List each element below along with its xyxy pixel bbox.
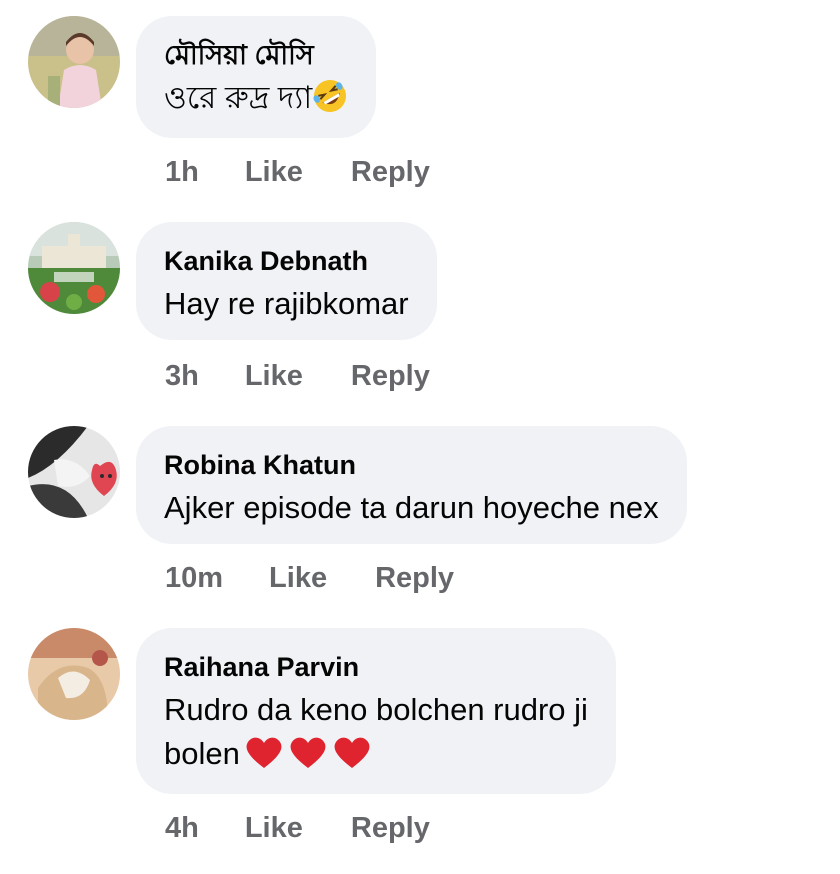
comment-timestamp[interactable]: 3h <box>165 360 199 393</box>
reply-button[interactable]: Reply <box>351 156 430 189</box>
comment-actions: 1h Like Reply <box>165 156 430 189</box>
reply-button[interactable]: Reply <box>351 812 430 845</box>
red-heart-icon <box>246 737 282 768</box>
comment-timestamp[interactable]: 1h <box>165 156 199 189</box>
comment-text-content: bolen <box>164 736 240 771</box>
like-button[interactable]: Like <box>245 812 303 845</box>
comment-text: Ajker episode ta darun hoyeche nex <box>164 490 659 525</box>
comment-bubble: মৌসিয়া মৌসি ওরে রুদ্র দ্যা <box>136 16 377 138</box>
comment-actions: 3h Like Reply <box>165 360 430 393</box>
avatar[interactable] <box>28 628 120 720</box>
avatar-image <box>28 628 120 720</box>
comment-timestamp[interactable]: 10m <box>165 562 223 595</box>
avatar[interactable] <box>28 16 120 108</box>
avatar-image <box>28 222 120 314</box>
comment-text: ওরে রুদ্র দ্যা <box>164 76 348 120</box>
red-heart-icon <box>334 737 370 768</box>
like-button[interactable]: Like <box>245 156 303 189</box>
comment-text-line: bolen <box>164 732 588 776</box>
comment-bubble: Robina Khatun Ajker episode ta darun hoy… <box>136 426 687 544</box>
reply-button[interactable]: Reply <box>375 562 454 595</box>
reply-button[interactable]: Reply <box>351 360 430 393</box>
rolling-on-floor-laughing-emoji-icon <box>313 80 347 112</box>
avatar-image <box>28 426 120 518</box>
comment-bubble: Raihana Parvin Rudro da keno bolchen rud… <box>136 628 616 794</box>
red-heart-icon <box>290 737 326 768</box>
comment-author[interactable]: Kanika Debnath <box>164 244 409 278</box>
avatar-image <box>28 16 120 108</box>
comment-actions: 4h Like Reply <box>165 812 430 845</box>
comment-timestamp[interactable]: 4h <box>165 812 199 845</box>
comment-text: Hay re rajibkomar <box>164 286 409 321</box>
like-button[interactable]: Like <box>269 562 327 595</box>
comment-actions: 10m Like Reply <box>165 562 454 595</box>
like-button[interactable]: Like <box>245 360 303 393</box>
avatar[interactable] <box>28 222 120 314</box>
comment-author[interactable]: Robina Khatun <box>164 448 659 482</box>
comment-text: Rudro da keno bolchen rudro ji bolen <box>164 688 588 776</box>
comment-text-line: Rudro da keno bolchen rudro ji <box>164 692 588 727</box>
avatar[interactable] <box>28 426 120 518</box>
comment-author[interactable]: মৌসিয়া মৌসি <box>164 38 348 72</box>
comment-bubble: Kanika Debnath Hay re rajibkomar <box>136 222 437 340</box>
comment-author[interactable]: Raihana Parvin <box>164 650 588 684</box>
comment-text-content: ওরে রুদ্র দ্যা <box>164 80 313 115</box>
